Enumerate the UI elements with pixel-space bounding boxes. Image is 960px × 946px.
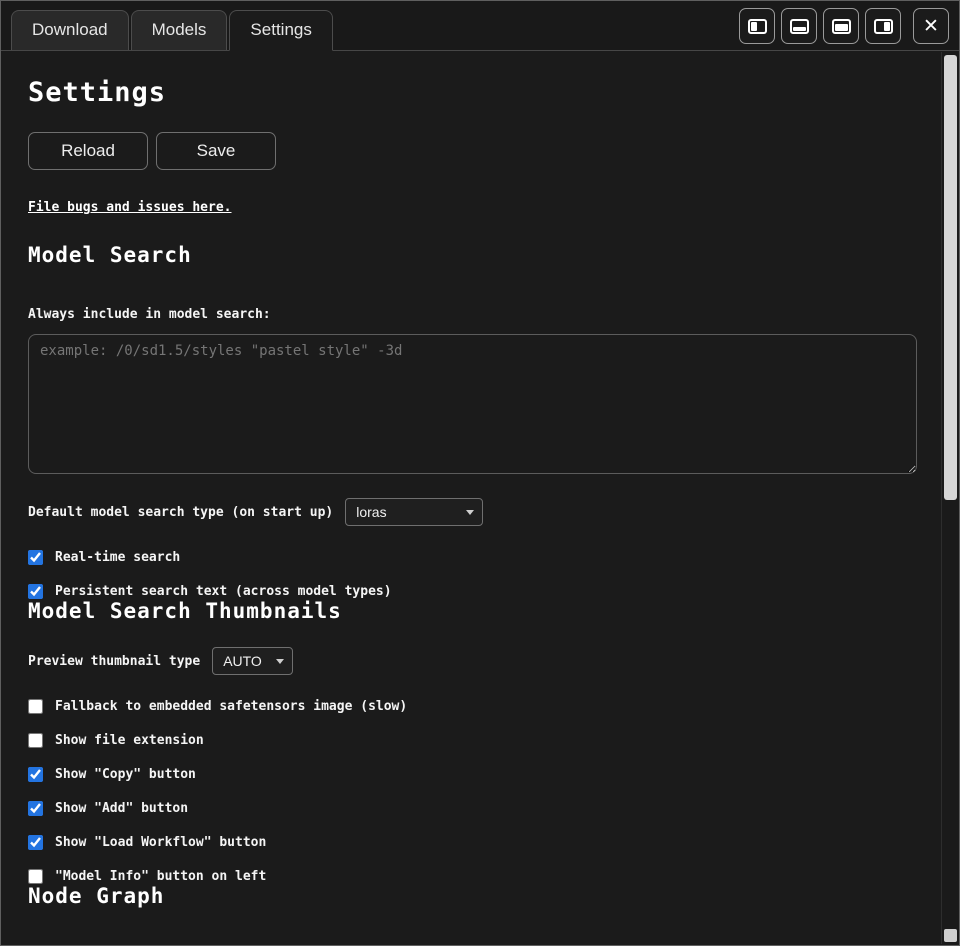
tab-models[interactable]: Models <box>131 10 228 50</box>
settings-panel: Settings Reload Save File bugs and issue… <box>1 51 941 945</box>
thumbnails-heading: Model Search Thumbnails <box>28 599 917 623</box>
checkbox-label: Fallback to embedded safetensors image (… <box>55 699 407 714</box>
save-button[interactable]: Save <box>156 132 276 170</box>
model-info-left-checkbox[interactable] <box>28 869 43 884</box>
dock-bottom-button[interactable] <box>781 8 817 44</box>
scrollbar-thumb[interactable] <box>944 55 957 500</box>
reload-button[interactable]: Reload <box>28 132 148 170</box>
page-title: Settings <box>28 77 917 108</box>
window-controls: ✕ <box>739 8 949 44</box>
show-copy-button-checkbox[interactable] <box>28 767 43 782</box>
settings-actions: Reload Save <box>28 132 917 170</box>
dock-right-button[interactable] <box>865 8 901 44</box>
default-search-type-select-wrap: loras <box>345 498 483 526</box>
default-search-type-label: Default model search type (on start up) <box>28 505 333 520</box>
show-add-button-checkbox[interactable] <box>28 801 43 816</box>
checkbox-label: Show "Add" button <box>55 801 188 816</box>
show-load-workflow-checkbox[interactable] <box>28 835 43 850</box>
checkbox-label: Show "Load Workflow" button <box>55 835 266 850</box>
panel-right-icon <box>874 19 893 34</box>
model-manager-window: Download Models Settings ✕ Settings <box>0 0 960 946</box>
realtime-search-checkbox[interactable] <box>28 550 43 565</box>
checkbox-label: Real-time search <box>55 550 180 565</box>
persistent-search-row: Persistent search text (across model typ… <box>28 584 917 599</box>
checkbox-label: "Model Info" button on left <box>55 869 266 884</box>
preview-thumbnail-type-select[interactable]: AUTO <box>212 647 293 675</box>
scrollbar-corner <box>944 929 957 942</box>
always-include-label: Always include in model search: <box>28 307 917 322</box>
vertical-scrollbar[interactable] <box>941 52 958 944</box>
model-info-left-row: "Model Info" button on left <box>28 869 917 884</box>
search-include-textarea[interactable] <box>28 334 917 474</box>
show-add-button-row: Show "Add" button <box>28 801 917 816</box>
fallback-safetensors-checkbox[interactable] <box>28 699 43 714</box>
file-bugs-link[interactable]: File bugs and issues here. <box>28 200 232 215</box>
panel-bottom-large-icon <box>832 19 851 34</box>
persistent-search-checkbox[interactable] <box>28 584 43 599</box>
realtime-search-row: Real-time search <box>28 550 917 565</box>
fallback-safetensors-row: Fallback to embedded safetensors image (… <box>28 699 917 714</box>
checkbox-label: Persistent search text (across model typ… <box>55 584 392 599</box>
preview-thumbnail-type-label: Preview thumbnail type <box>28 654 200 669</box>
dock-bottom-large-button[interactable] <box>823 8 859 44</box>
node-graph-heading: Node Graph <box>28 884 917 908</box>
close-icon: ✕ <box>923 15 939 37</box>
close-button[interactable]: ✕ <box>913 8 949 44</box>
dock-left-button[interactable] <box>739 8 775 44</box>
tab-strip: Download Models Settings <box>11 10 333 50</box>
preview-thumbnail-type-select-wrap: AUTO <box>212 647 293 675</box>
show-file-extension-row: Show file extension <box>28 733 917 748</box>
show-load-workflow-row: Show "Load Workflow" button <box>28 835 917 850</box>
tab-download[interactable]: Download <box>11 10 129 50</box>
panel-bottom-icon <box>790 19 809 34</box>
preview-thumbnail-type-row: Preview thumbnail type AUTO <box>28 647 917 675</box>
checkbox-label: Show file extension <box>55 733 204 748</box>
default-search-type-select[interactable]: loras <box>345 498 483 526</box>
tab-bar: Download Models Settings ✕ <box>1 1 959 51</box>
checkbox-label: Show "Copy" button <box>55 767 196 782</box>
tab-settings[interactable]: Settings <box>229 10 332 51</box>
panel-left-icon <box>748 19 767 34</box>
show-copy-button-row: Show "Copy" button <box>28 767 917 782</box>
default-search-type-row: Default model search type (on start up) … <box>28 498 917 526</box>
show-file-extension-checkbox[interactable] <box>28 733 43 748</box>
model-search-heading: Model Search <box>28 243 917 267</box>
